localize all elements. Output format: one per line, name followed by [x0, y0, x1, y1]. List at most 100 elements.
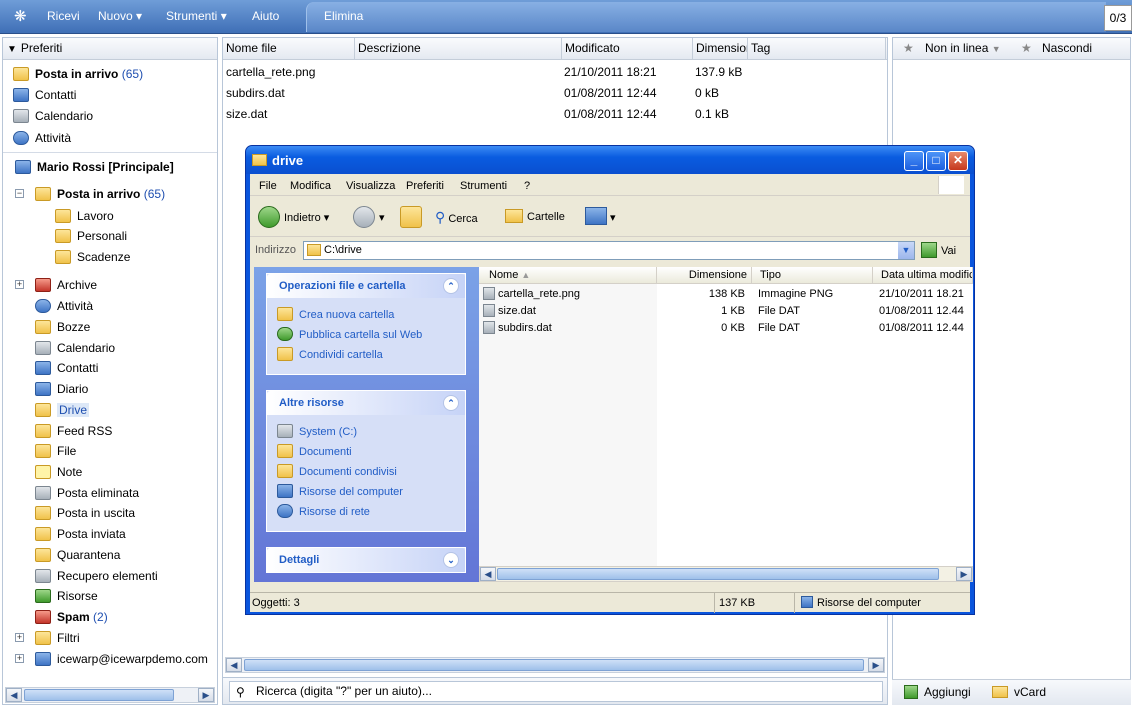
- menu-tools[interactable]: Strumenti: [460, 180, 507, 192]
- forward-button[interactable]: ▾: [353, 206, 385, 228]
- left-h-scrollbar[interactable]: ◀ ▶: [5, 687, 215, 703]
- address-dropdown-icon[interactable]: ▼: [898, 242, 914, 259]
- offline-dropdown[interactable]: Non in linea ▼: [925, 38, 1001, 60]
- back-button[interactable]: Indietro ▾: [258, 206, 329, 228]
- col-type[interactable]: Tipo: [752, 267, 873, 284]
- tree-folder[interactable]: Lavoro: [55, 208, 114, 224]
- tree-folder-contacts[interactable]: Contatti: [35, 360, 98, 376]
- expand-filters-toggle[interactable]: +: [15, 633, 24, 642]
- drive-c-link[interactable]: System (C:): [277, 424, 357, 438]
- tree-folder-recovery[interactable]: Recupero elementi: [35, 568, 158, 584]
- tree-folder-rss[interactable]: Feed RSS: [35, 423, 112, 439]
- tree-folder-spam[interactable]: Spam (2): [35, 609, 108, 625]
- favorites-header[interactable]: ▼ Preferiti: [3, 38, 217, 60]
- tree-folder-notes[interactable]: Note: [35, 464, 82, 480]
- collapse-icon[interactable]: ⌃: [443, 395, 459, 411]
- expand-icon[interactable]: ⌄: [443, 552, 459, 568]
- col-name[interactable]: Nome ▲: [479, 267, 657, 284]
- center-h-scrollbar[interactable]: ◀ ▶: [225, 657, 885, 673]
- other-places-header[interactable]: Altre risorse ⌃: [267, 391, 465, 415]
- col-size[interactable]: Dimensione: [657, 267, 752, 284]
- share-folder-link[interactable]: Condividi cartella: [277, 347, 383, 361]
- tree-folder-outbox[interactable]: Posta in uscita: [35, 505, 135, 521]
- menu-view[interactable]: Visualizza: [346, 180, 395, 192]
- col-size[interactable]: Dimension: [693, 38, 748, 60]
- tree-folder[interactable]: Personali: [55, 228, 127, 244]
- tree-folder-journal[interactable]: Diario: [35, 381, 88, 397]
- go-button[interactable]: Vai: [921, 242, 956, 258]
- app-gear-icon[interactable]: ❋: [14, 7, 27, 25]
- list-item[interactable]: cartella_rete.png 138 KB Immagine PNG 21/10…: [479, 286, 973, 303]
- tree-folder-tasks[interactable]: Attività: [35, 298, 93, 314]
- close-button[interactable]: ✕: [948, 151, 968, 171]
- maximize-button[interactable]: □: [926, 151, 946, 171]
- help-menu[interactable]: Aiuto: [252, 9, 279, 23]
- tree-folder-filters[interactable]: Filtri: [35, 630, 80, 646]
- expand-archive-toggle[interactable]: +: [15, 280, 24, 289]
- tree-folder-drive[interactable]: Drive: [35, 402, 90, 418]
- col-description[interactable]: Descrizione: [355, 38, 562, 60]
- tools-menu[interactable]: Strumenti: [166, 9, 227, 23]
- col-modified[interactable]: Modificato: [562, 38, 693, 60]
- search-button[interactable]: ⚲ Cerca: [435, 209, 478, 226]
- minimize-button[interactable]: _: [904, 151, 924, 171]
- folders-button[interactable]: Cartelle: [505, 209, 565, 223]
- explorer-h-scrollbar[interactable]: ◀ ▶: [479, 566, 973, 582]
- fav-inbox[interactable]: Posta in arrivo (65): [13, 66, 143, 82]
- account-root[interactable]: Mario Rossi [Principale]: [15, 159, 174, 175]
- menu-edit[interactable]: Modifica: [290, 180, 331, 192]
- address-input[interactable]: C:\drive ▼: [303, 241, 915, 260]
- up-folder-button[interactable]: [400, 206, 426, 228]
- network-link[interactable]: Risorse di rete: [277, 504, 370, 518]
- list-item[interactable]: subdirs.dat 0 KB File DAT 01/08/2011 12.44: [479, 320, 973, 337]
- scroll-right-button[interactable]: ▶: [956, 567, 972, 581]
- shared-documents-link[interactable]: Documenti condivisi: [277, 464, 397, 478]
- scroll-right-button[interactable]: ▶: [198, 688, 214, 702]
- documents-link[interactable]: Documenti: [277, 444, 352, 458]
- menu-favorites[interactable]: Preferiti: [406, 180, 444, 192]
- tree-folder-sent[interactable]: Posta inviata: [35, 526, 126, 542]
- collapse-inbox-toggle[interactable]: −: [15, 189, 24, 198]
- my-computer-link[interactable]: Risorse del computer: [277, 484, 403, 498]
- col-tag[interactable]: Tag: [748, 38, 886, 60]
- menu-help[interactable]: ?: [524, 180, 530, 192]
- menu-file[interactable]: File: [259, 180, 277, 192]
- scroll-left-button[interactable]: ◀: [6, 688, 22, 702]
- explorer-titlebar[interactable]: drive _ □ ✕: [246, 146, 974, 174]
- tree-folder[interactable]: Scadenze: [55, 249, 130, 265]
- views-button[interactable]: ▾: [585, 207, 616, 225]
- col-date[interactable]: Data ultima modifica: [873, 267, 973, 284]
- tree-folder-resources[interactable]: Risorse: [35, 588, 98, 604]
- table-row[interactable]: size.dat 01/08/2011 12:44 0.1 kB: [223, 104, 883, 125]
- new-button[interactable]: Nuovo: [98, 9, 142, 23]
- tree-folder-quarantine[interactable]: Quarantena: [35, 547, 120, 563]
- table-row[interactable]: subdirs.dat 01/08/2011 12:44 0 kB: [223, 83, 883, 104]
- col-filename[interactable]: Nome file: [223, 38, 355, 60]
- details-header[interactable]: Dettagli ⌄: [267, 548, 465, 572]
- receive-button[interactable]: Ricevi: [47, 9, 80, 23]
- list-item[interactable]: size.dat 1 KB File DAT 01/08/2011 12.44: [479, 303, 973, 320]
- tree-shared-account[interactable]: icewarp@icewarpdemo.com: [35, 651, 217, 667]
- expand-shared-toggle[interactable]: +: [15, 654, 24, 663]
- tree-inbox[interactable]: Posta in arrivo (65): [35, 186, 165, 202]
- hide-button[interactable]: Nascondi: [1042, 38, 1092, 59]
- delete-button[interactable]: Elimina: [324, 9, 363, 23]
- new-folder-link[interactable]: Crea nuova cartella: [277, 307, 394, 321]
- tree-folder-drafts[interactable]: Bozze: [35, 319, 90, 335]
- file-tasks-header[interactable]: Operazioni file e cartella ⌃: [267, 274, 465, 298]
- fav-calendar[interactable]: Calendario: [13, 108, 93, 124]
- scroll-left-button[interactable]: ◀: [226, 658, 242, 672]
- tree-folder-files[interactable]: File: [35, 443, 76, 459]
- tree-folder-calendar[interactable]: Calendario: [35, 340, 115, 356]
- fav-contacts[interactable]: Contatti: [13, 87, 76, 103]
- table-row[interactable]: cartella_rete.png 21/10/2011 18:21 137.9 k…: [223, 62, 883, 83]
- collapse-icon[interactable]: ⌃: [443, 278, 459, 294]
- scroll-left-button[interactable]: ◀: [480, 567, 496, 581]
- add-contact-button[interactable]: Aggiungi: [904, 685, 971, 699]
- scroll-thumb[interactable]: [497, 568, 939, 580]
- scroll-right-button[interactable]: ▶: [868, 658, 884, 672]
- tree-folder-archive[interactable]: Archive: [35, 277, 97, 293]
- vcard-button[interactable]: vCard: [992, 685, 1046, 699]
- scroll-thumb[interactable]: [24, 689, 174, 701]
- publish-web-link[interactable]: Pubblica cartella sul Web: [277, 327, 422, 341]
